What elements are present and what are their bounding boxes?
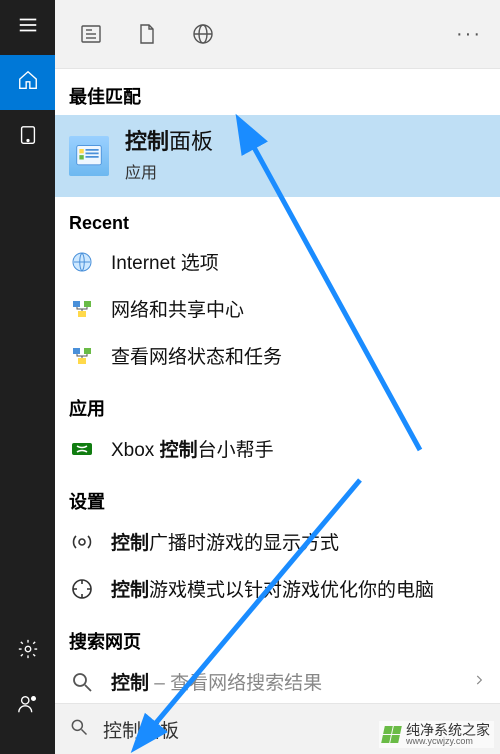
recent-item[interactable]: 查看网络状态和任务 xyxy=(55,332,500,379)
sidebar-account[interactable] xyxy=(0,679,55,734)
search-panel: ··· 最佳匹配 控制面板 应用 Recent I xyxy=(55,0,500,754)
tablet-icon xyxy=(17,124,39,151)
home-icon xyxy=(17,69,39,96)
result-label: 控制游戏模式以针对游戏优化你的电脑 xyxy=(111,575,434,602)
watermark-logo-icon xyxy=(381,726,402,743)
result-label: 控制 – 查看网络搜索结果 xyxy=(111,668,322,695)
chevron-right-icon xyxy=(472,671,486,692)
recent-item[interactable]: 网络和共享中心 xyxy=(55,285,500,332)
hamburger-button[interactable] xyxy=(0,0,55,55)
search-icon xyxy=(69,717,89,742)
control-panel-icon xyxy=(69,136,109,176)
filter-documents[interactable] xyxy=(119,6,175,62)
document-icon xyxy=(135,22,159,46)
section-web: 搜索网页 xyxy=(55,612,500,658)
result-label: Internet 选项 xyxy=(111,248,219,275)
filter-tabs: ··· xyxy=(55,0,500,69)
xbox-icon xyxy=(69,436,95,462)
web-item[interactable]: 控制 – 查看网络搜索结果 xyxy=(55,658,500,703)
section-best-match: 最佳匹配 xyxy=(55,69,500,115)
section-apps: 应用 xyxy=(55,379,500,425)
watermark-url: www.ycwjzy.com xyxy=(406,737,490,746)
sidebar-home[interactable] xyxy=(0,55,55,110)
game-mode-icon xyxy=(69,576,95,602)
result-label: 控制广播时游戏的显示方式 xyxy=(111,528,339,555)
sidebar-settings[interactable] xyxy=(0,624,55,679)
newspaper-icon xyxy=(79,22,103,46)
hamburger-icon xyxy=(17,14,39,41)
filter-more[interactable]: ··· xyxy=(456,23,492,46)
section-recent: Recent xyxy=(55,197,500,238)
section-settings: 设置 xyxy=(55,472,500,518)
sidebar-tablet[interactable] xyxy=(0,110,55,165)
start-sidebar xyxy=(0,0,55,754)
settings-item[interactable]: 控制广播时游戏的显示方式 xyxy=(55,518,500,565)
recent-item[interactable]: Internet 选项 xyxy=(55,238,500,285)
network-sharing-icon xyxy=(69,296,95,322)
search-icon xyxy=(69,669,95,695)
filter-news[interactable] xyxy=(63,6,119,62)
watermark-name: 纯净系统之家 xyxy=(406,723,490,737)
settings-item[interactable]: 控制游戏模式以针对游戏优化你的电脑 xyxy=(55,565,500,612)
person-icon xyxy=(17,693,39,720)
result-label: 查看网络状态和任务 xyxy=(111,342,282,369)
globe-icon xyxy=(191,22,215,46)
best-match-title: 控制面板 xyxy=(125,129,213,155)
internet-options-icon xyxy=(69,249,95,275)
watermark: 纯净系统之家 www.ycwjzy.com xyxy=(379,721,494,748)
broadcast-icon xyxy=(69,529,95,555)
network-status-icon xyxy=(69,343,95,369)
search-input-text: 控制面板 xyxy=(103,716,179,743)
best-match-result[interactable]: 控制面板 应用 xyxy=(55,115,500,197)
best-match-subtitle: 应用 xyxy=(125,159,213,183)
filter-web[interactable] xyxy=(175,6,231,62)
result-label: 网络和共享中心 xyxy=(111,295,244,322)
app-item[interactable]: Xbox 控制台小帮手 xyxy=(55,425,500,472)
result-label: Xbox 控制台小帮手 xyxy=(111,435,274,462)
gear-icon xyxy=(17,638,39,665)
